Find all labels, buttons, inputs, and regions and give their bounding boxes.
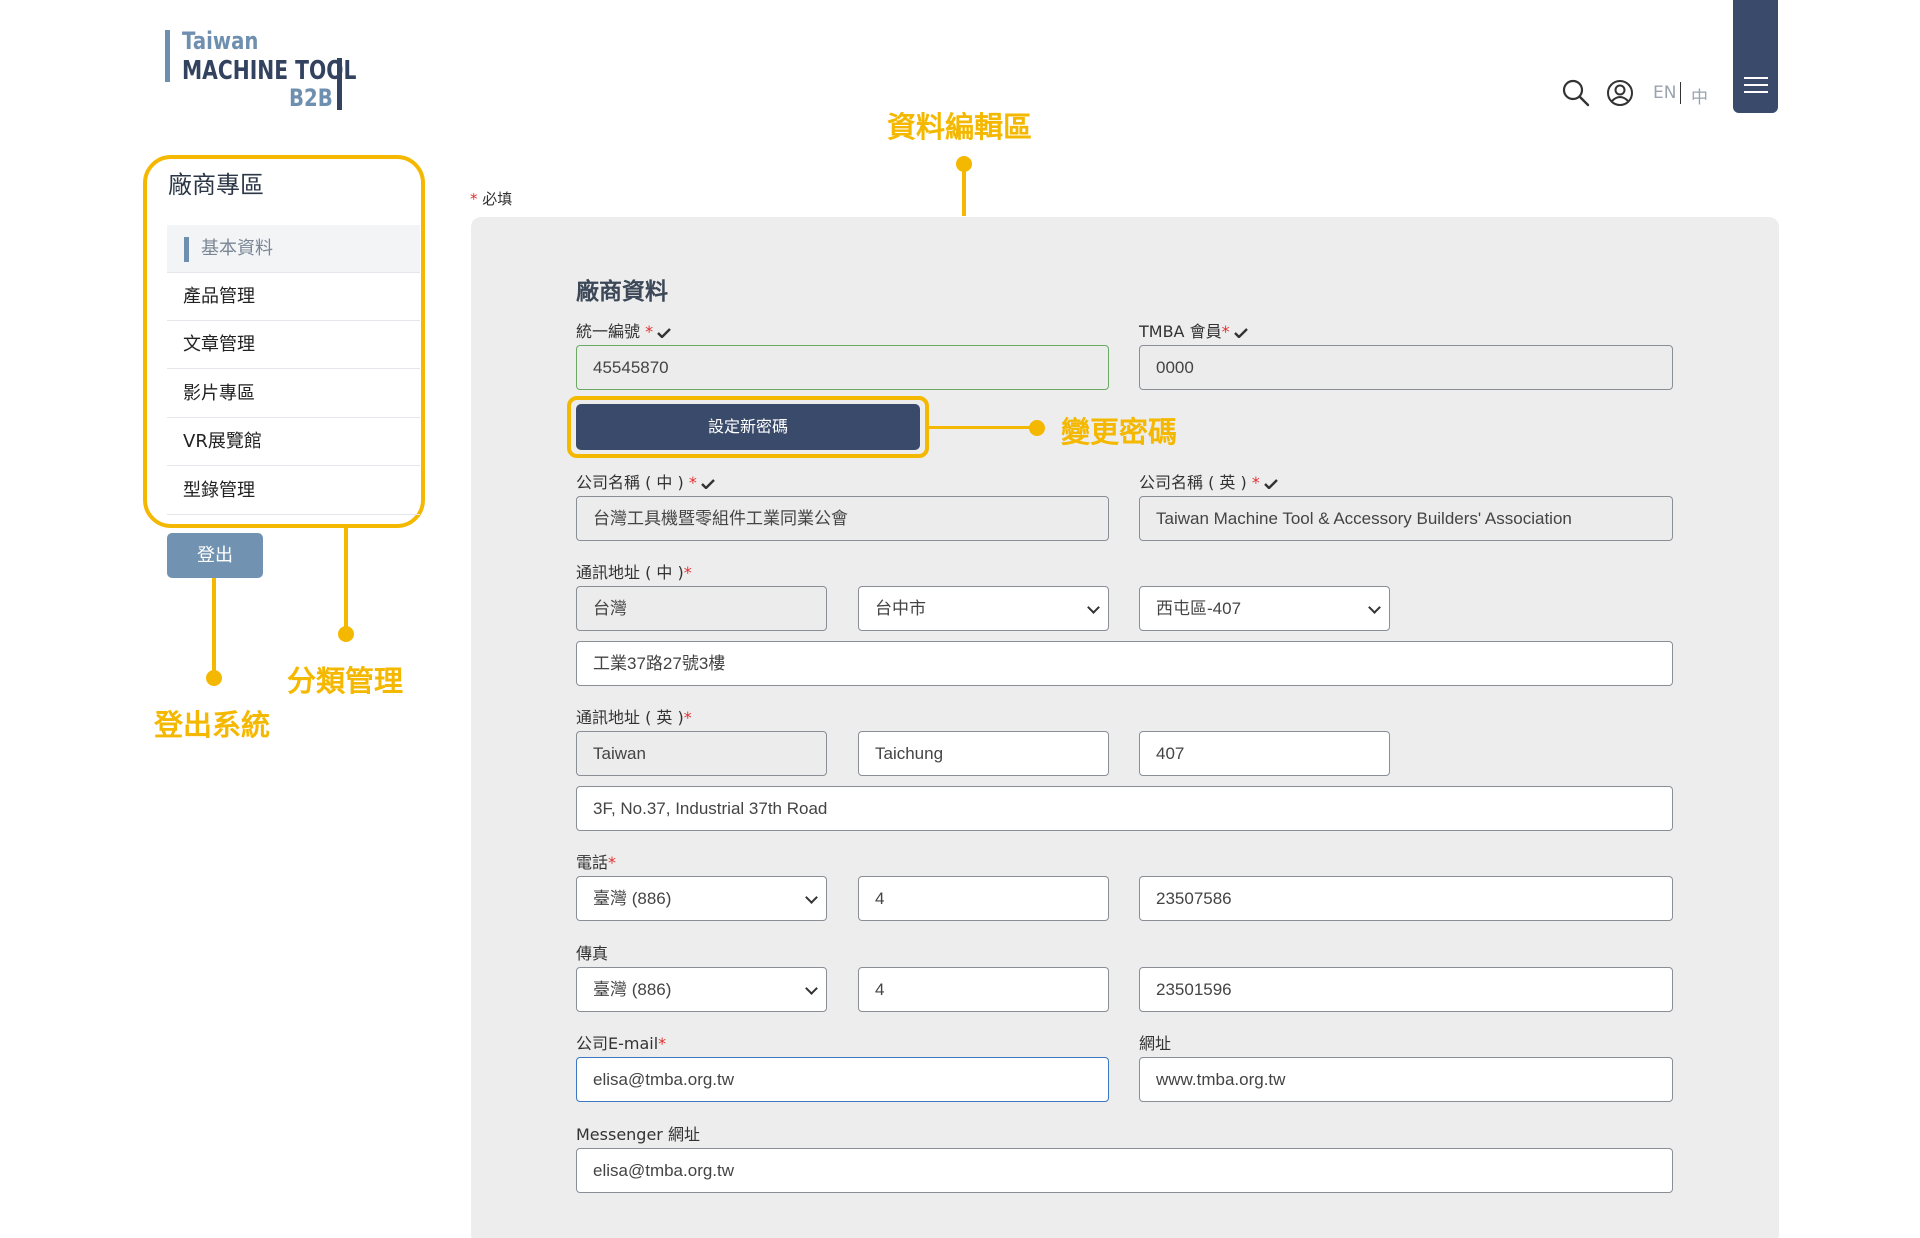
address-en-zip-field[interactable]: 407: [1139, 731, 1390, 776]
sidebar-item-label: 文章管理: [183, 334, 255, 355]
email-label: 公司E-mail*: [576, 1034, 667, 1053]
logout-button[interactable]: 登出: [167, 533, 263, 578]
annotation-change-password: 變更密碼: [1061, 415, 1178, 449]
tmba-label: TMBA 會員*: [1139, 318, 1248, 342]
annotation-category-manage: 分類管理: [287, 664, 404, 698]
annotation-line: [962, 164, 966, 216]
annotation-line: [344, 528, 348, 631]
address-en-country-field[interactable]: Taiwan: [576, 731, 827, 776]
section-title: 廠商資料: [576, 279, 668, 305]
address-zh-district-select[interactable]: 西屯區-407: [1139, 586, 1390, 631]
sidebar-item-label: 影片專區: [183, 383, 255, 404]
sidebar-item-catalog[interactable]: 型錄管理: [167, 467, 420, 515]
address-zh-street-field[interactable]: 工業37路27號3樓: [576, 641, 1673, 686]
tax-id-field[interactable]: 45545870: [576, 345, 1109, 390]
website-field[interactable]: www.tmba.org.tw: [1139, 1057, 1673, 1102]
annotation-line: [929, 426, 1032, 429]
annotation-logout-system: 登出系統: [154, 708, 271, 742]
annotation-line: [212, 578, 216, 676]
fax-country-select[interactable]: 臺灣 (886): [576, 967, 827, 1012]
logo-text-machine-tool: MACHINE TOOL: [182, 56, 357, 86]
lang-en-link[interactable]: EN: [1653, 83, 1676, 103]
phone-number-field[interactable]: 23507586: [1139, 876, 1673, 921]
lang-zh-link[interactable]: 中: [1691, 83, 1708, 108]
annotation-dot: [206, 670, 222, 686]
logo-bar-left: [165, 30, 170, 82]
sidebar-item-articles[interactable]: 文章管理: [167, 321, 420, 369]
phone-country-select[interactable]: 臺灣 (886): [576, 876, 827, 921]
address-en-label: 通訊地址 ( 英 )*: [576, 708, 692, 727]
sidebar-item-label: 產品管理: [183, 286, 255, 307]
sidebar-title: 廠商專區: [168, 171, 264, 199]
logo-bar-right: [337, 58, 342, 110]
annotation-dot: [1029, 420, 1045, 436]
company-en-field[interactable]: Taiwan Machine Tool & Accessory Builders…: [1139, 496, 1673, 541]
check-icon: [700, 478, 715, 489]
phone-area-field[interactable]: 4: [858, 876, 1109, 921]
logo-text-taiwan: Taiwan: [182, 27, 259, 55]
sidebar-item-label: 基本資料: [201, 238, 273, 259]
lang-divider: [1680, 82, 1681, 104]
user-icon[interactable]: [1605, 78, 1635, 108]
hamburger-menu-button[interactable]: [1733, 0, 1778, 113]
messenger-label: Messenger 網址: [576, 1125, 700, 1144]
address-zh-country-field[interactable]: 台灣: [576, 586, 827, 631]
address-en-city-field[interactable]: Taichung: [858, 731, 1109, 776]
fax-label: 傳真: [576, 944, 609, 963]
hamburger-menu-icon: [1744, 77, 1768, 79]
sidebar-item-basic-info[interactable]: 基本資料: [167, 225, 420, 273]
sidebar-item-label: VR展覽館: [183, 431, 262, 452]
phone-label: 電話*: [576, 853, 617, 872]
check-icon: [1263, 478, 1278, 489]
check-icon: [1233, 327, 1248, 338]
address-zh-city-select[interactable]: 台中市: [858, 586, 1109, 631]
fax-area-field[interactable]: 4: [858, 967, 1109, 1012]
website-label: 網址: [1139, 1034, 1172, 1053]
logo-text-b2b: B2B: [289, 84, 333, 112]
sidebar-item-vr[interactable]: VR展覽館: [167, 418, 420, 466]
company-zh-label: 公司名稱 ( 中 ) *: [576, 469, 715, 493]
active-indicator: [184, 237, 189, 262]
annotation-edit-area: 資料編輯區: [887, 110, 1033, 144]
search-icon[interactable]: [1561, 78, 1591, 108]
address-en-street-field[interactable]: 3F, No.37, Industrial 37th Road: [576, 786, 1673, 831]
messenger-field[interactable]: elisa@tmba.org.tw: [576, 1148, 1673, 1193]
check-icon: [657, 327, 671, 338]
sidebar-item-products[interactable]: 產品管理: [167, 273, 420, 321]
fax-number-field[interactable]: 23501596: [1139, 967, 1673, 1012]
sidebar-item-label: 型錄管理: [183, 480, 255, 501]
address-zh-label: 通訊地址 ( 中 )*: [576, 563, 692, 582]
tax-id-label: 統一編號 *: [576, 318, 671, 342]
set-new-password-button[interactable]: 設定新密碼: [576, 404, 920, 450]
sidebar-item-videos[interactable]: 影片專區: [167, 370, 420, 418]
company-zh-field[interactable]: 台灣工具機暨零組件工業同業公會: [576, 496, 1109, 541]
annotation-dot: [338, 626, 354, 642]
company-en-label: 公司名稱 ( 英 ) *: [1139, 469, 1278, 493]
tmba-field[interactable]: 0000: [1139, 345, 1673, 390]
required-note: * 必填: [470, 190, 513, 208]
email-field[interactable]: elisa@tmba.org.tw: [576, 1057, 1109, 1102]
